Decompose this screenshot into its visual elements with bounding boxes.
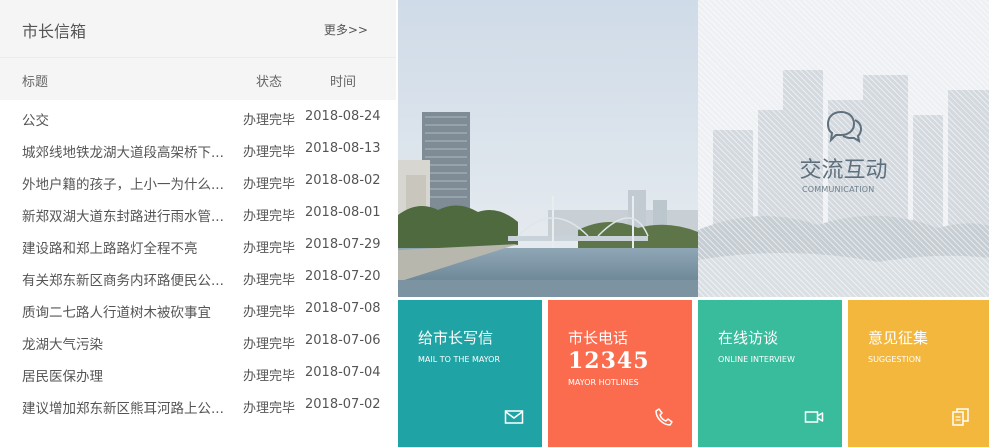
item-date: 2018-08-13 [305, 141, 381, 156]
item-date: 2018-08-24 [305, 109, 381, 124]
item-date: 2018-07-02 [305, 397, 381, 412]
list-item[interactable]: 外地户籍的孩子，上小一为什么... 办理完毕 2018-08-02 [0, 165, 396, 197]
item-date: 2018-07-20 [305, 269, 381, 284]
item-date: 2018-07-06 [305, 333, 381, 348]
communication-subtitle: COMMUNICATION [802, 185, 875, 194]
tile-subtitle: MAYOR HOTLINES [568, 378, 639, 387]
tile-subtitle: ONLINE INTERVIEW [718, 355, 795, 364]
phone-icon [655, 408, 673, 426]
item-status: 办理完毕 [243, 113, 296, 128]
communication-title: 交流互动 [799, 158, 888, 183]
more-link[interactable]: 更多>> [324, 21, 368, 38]
tile-title: 意见征集 [868, 329, 929, 347]
mayor-hotline-tile[interactable]: 市长电话 12345 MAYOR HOTLINES [548, 300, 692, 447]
mailbox-title: 市长信箱 [22, 22, 87, 41]
communication-overlay: 交流互动 COMMUNICATION [698, 0, 989, 297]
list-item[interactable]: 城郊线地铁龙湖大道段高架桥下... 办理完毕 2018-08-13 [0, 133, 396, 165]
item-date: 2018-07-08 [305, 301, 381, 316]
city-bridge-photo [398, 0, 698, 297]
mayor-mailbox-panel: 市长信箱 更多>> 标题 状态 时间 公交 办理完毕 2018-08-24 城郊线地… [0, 0, 396, 447]
tile-title: 给市长写信 [418, 329, 494, 347]
item-status: 办理完毕 [243, 369, 296, 384]
item-status: 办理完毕 [243, 145, 296, 160]
column-header-title: 标题 [22, 75, 49, 90]
mailbox-list: 公交 办理完毕 2018-08-24 城郊线地铁龙湖大道段高架桥下... 办理完毕 20… [0, 101, 396, 421]
list-item[interactable]: 新郑双湖大道东封路进行雨水管... 办理完毕 2018-08-01 [0, 197, 396, 229]
item-title[interactable]: 龙湖大气污染 [22, 333, 234, 353]
item-status: 办理完毕 [243, 273, 296, 288]
communication-block[interactable]: 交流互动 COMMUNICATION [698, 0, 989, 297]
item-date: 2018-08-01 [305, 205, 381, 220]
tile-subtitle: SUGGESTION [868, 355, 921, 364]
list-item[interactable]: 建设路和郑上路路灯全程不亮 办理完毕 2018-07-29 [0, 229, 396, 261]
column-header-time: 时间 [330, 75, 357, 90]
item-title[interactable]: 建议增加郑东新区熊耳河路上公... [22, 397, 234, 417]
item-status: 办理完毕 [243, 177, 296, 192]
tile-title: 市长电话 [568, 329, 629, 347]
column-header-status: 状态 [256, 75, 283, 90]
item-status: 办理完毕 [243, 305, 296, 320]
item-title[interactable]: 建设路和郑上路路灯全程不亮 [22, 237, 234, 257]
chat-bubbles-icon [826, 110, 863, 144]
item-title[interactable]: 有关郑东新区商务内环路便民公... [22, 269, 234, 289]
item-status: 办理完毕 [243, 241, 296, 256]
list-item[interactable]: 建议增加郑东新区熊耳河路上公... 办理完毕 2018-07-02 [0, 389, 396, 421]
item-title[interactable]: 质询二七路人行道树木被砍事宜 [22, 301, 234, 321]
city-bridge-illustration [398, 0, 698, 297]
suggestion-tile[interactable]: 意见征集 SUGGESTION [848, 300, 989, 447]
mail-to-mayor-tile[interactable]: 给市长写信 MAIL TO THE MAYOR [398, 300, 542, 447]
item-date: 2018-07-04 [305, 365, 381, 380]
item-title[interactable]: 居民医保办理 [22, 365, 234, 385]
list-item[interactable]: 居民医保办理 办理完毕 2018-07-04 [0, 357, 396, 389]
item-date: 2018-07-29 [305, 237, 381, 252]
item-status: 办理完毕 [243, 337, 296, 352]
list-item[interactable]: 龙湖大气污染 办理完毕 2018-07-06 [0, 325, 396, 357]
list-item[interactable]: 有关郑东新区商务内环路便民公... 办理完毕 2018-07-20 [0, 261, 396, 293]
mailbox-header: 市长信箱 更多>> [0, 0, 396, 58]
tile-title: 在线访谈 [718, 329, 779, 347]
documents-icon [952, 408, 969, 426]
online-interview-tile[interactable]: 在线访谈 ONLINE INTERVIEW [698, 300, 842, 447]
envelope-icon [504, 410, 524, 424]
item-title[interactable]: 新郑双湖大道东封路进行雨水管... [22, 205, 234, 225]
video-camera-icon [804, 411, 824, 423]
mailbox-column-headers: 标题 状态 时间 [0, 58, 396, 100]
item-title[interactable]: 公交 [22, 109, 234, 129]
hotline-number: 12345 [568, 348, 650, 374]
item-date: 2018-08-02 [305, 173, 381, 188]
tile-subtitle: MAIL TO THE MAYOR [418, 355, 501, 364]
item-status: 办理完毕 [243, 209, 296, 224]
item-status: 办理完毕 [243, 401, 296, 416]
item-title[interactable]: 外地户籍的孩子，上小一为什么... [22, 173, 234, 193]
item-title[interactable]: 城郊线地铁龙湖大道段高架桥下... [22, 141, 234, 161]
list-item[interactable]: 公交 办理完毕 2018-08-24 [0, 101, 396, 133]
list-item[interactable]: 质询二七路人行道树木被砍事宜 办理完毕 2018-07-08 [0, 293, 396, 325]
